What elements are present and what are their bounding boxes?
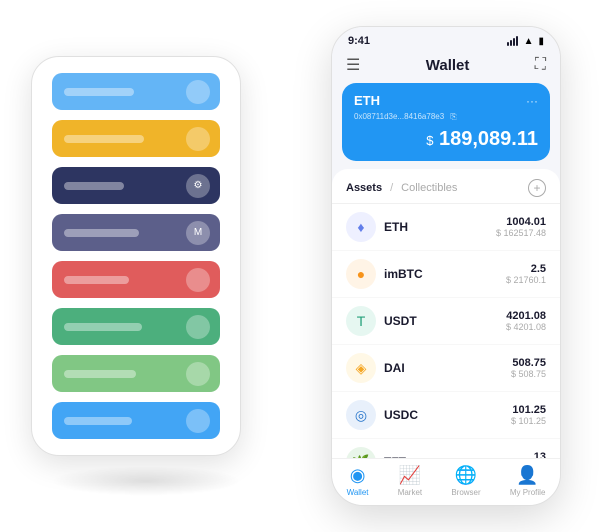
wallet-title: Wallet	[426, 57, 470, 74]
color-card-icon-4	[186, 268, 210, 292]
browser-nav-icon: 🌐	[455, 465, 477, 486]
color-card-icon-3: M	[186, 221, 210, 245]
asset-qty-dai: 508.75	[511, 357, 546, 369]
color-card-icon-2: ⚙	[186, 174, 210, 198]
asset-qty-eth: 1004.01	[496, 216, 546, 228]
asset-name-usdt: USDT	[384, 314, 506, 328]
asset-qty-usdc: 101.25	[511, 404, 546, 416]
list-item[interactable]: ♦ ETH1004.01$ 162517.48	[332, 204, 560, 251]
asset-usd-dai: $ 508.75	[511, 369, 546, 379]
battery-icon: ▮	[538, 36, 544, 47]
color-card-icon-6	[186, 362, 210, 386]
status-bar: 9:41 ▲ ▮	[332, 27, 560, 51]
asset-usd-eth: $ 162517.48	[496, 228, 546, 238]
color-card-3: M	[52, 214, 220, 251]
list-item[interactable]: ◎ USDC101.25$ 101.25	[332, 392, 560, 439]
tab-separator: /	[390, 182, 393, 194]
asset-icon-dai: ◈	[346, 353, 376, 383]
asset-name-eth: ETH	[384, 220, 496, 234]
eth-card-more[interactable]: ···	[526, 94, 538, 108]
color-card-6	[52, 355, 220, 392]
asset-usd-usdt: $ 4201.08	[506, 322, 546, 332]
wallet-nav-icon: ◉	[350, 465, 366, 486]
asset-icon-usdt: T	[346, 306, 376, 336]
back-phone: ⚙M	[31, 56, 241, 456]
browser-nav-label: Browser	[451, 488, 480, 497]
asset-amounts-eth: 1004.01$ 162517.48	[496, 216, 546, 238]
bottom-nav: ◉ Wallet 📈 Market 🌐 Browser 👤 My Profile	[332, 458, 560, 505]
color-card-1	[52, 120, 220, 157]
color-card-2: ⚙	[52, 167, 220, 204]
list-item[interactable]: T USDT4201.08$ 4201.08	[332, 298, 560, 345]
front-phone: 9:41 ▲ ▮ ☰ Wallet ⛶ ETH ···	[331, 26, 561, 506]
asset-icon-usdc: ◎	[346, 400, 376, 430]
market-nav-icon: 📈	[399, 465, 421, 486]
tab-collectibles[interactable]: Collectibles	[401, 182, 457, 194]
signal-icon	[507, 36, 518, 46]
asset-icon-imbtc: ●	[346, 259, 376, 289]
eth-card-header: ETH ···	[354, 93, 538, 108]
asset-qty-tft: 13	[534, 451, 546, 458]
eth-balance: $ 189,089.11	[354, 128, 538, 151]
color-card-icon-0	[186, 80, 210, 104]
asset-amounts-usdt: 4201.08$ 4201.08	[506, 310, 546, 332]
asset-icon-tft: 🌿	[346, 447, 376, 458]
add-asset-button[interactable]: +	[528, 179, 546, 197]
wifi-icon: ▲	[524, 36, 534, 47]
list-item[interactable]: ◈ DAI508.75$ 508.75	[332, 345, 560, 392]
asset-amounts-usdc: 101.25$ 101.25	[511, 404, 546, 426]
asset-icon-eth: ♦	[346, 212, 376, 242]
wallet-nav-label: Wallet	[347, 488, 369, 497]
asset-qty-usdt: 4201.08	[506, 310, 546, 322]
asset-name-usdc: USDC	[384, 408, 511, 422]
profile-nav-icon: 👤	[516, 465, 538, 486]
expand-icon[interactable]: ⛶	[535, 56, 546, 74]
asset-usd-imbtc: $ 21760.1	[506, 275, 546, 285]
asset-amounts-tft: 130	[534, 451, 546, 458]
assets-tabs: Assets / Collectibles	[346, 182, 457, 194]
nav-browser[interactable]: 🌐 Browser	[451, 465, 480, 497]
color-card-5	[52, 308, 220, 345]
nav-market[interactable]: 📈 Market	[398, 465, 422, 497]
asset-amounts-dai: 508.75$ 508.75	[511, 357, 546, 379]
market-nav-label: Market	[398, 488, 422, 497]
eth-card-label: ETH	[354, 93, 380, 108]
asset-name-dai: DAI	[384, 361, 511, 375]
scene: ⚙M 9:41 ▲ ▮ ☰ Wallet ⛶	[21, 16, 581, 516]
nav-wallet[interactable]: ◉ Wallet	[347, 465, 369, 497]
eth-card[interactable]: ETH ··· 0x08711d3e...8416a78e3 ⎘ $ 189,0…	[342, 83, 550, 161]
asset-amounts-imbtc: 2.5$ 21760.1	[506, 263, 546, 285]
color-card-7	[52, 402, 220, 439]
status-icons: ▲ ▮	[507, 36, 544, 47]
asset-rows: ♦ ETH1004.01$ 162517.48 ● imBTC2.5$ 21760.1…	[332, 204, 560, 458]
menu-icon[interactable]: ☰	[346, 55, 360, 75]
eth-address: 0x08711d3e...8416a78e3 ⎘	[354, 112, 538, 122]
status-time: 9:41	[348, 35, 370, 47]
color-card-icon-5	[186, 315, 210, 339]
tab-assets[interactable]: Assets	[346, 182, 382, 194]
list-item[interactable]: ● imBTC2.5$ 21760.1	[332, 251, 560, 298]
asset-usd-usdc: $ 101.25	[511, 416, 546, 426]
asset-name-imbtc: imBTC	[384, 267, 506, 281]
assets-header: Assets / Collectibles +	[332, 169, 560, 204]
list-item[interactable]: 🌿TFT130	[332, 439, 560, 458]
assets-section: Assets / Collectibles + ♦ ETH1004.01$ 162…	[332, 169, 560, 458]
color-card-4	[52, 261, 220, 298]
profile-nav-label: My Profile	[510, 488, 546, 497]
top-nav: ☰ Wallet ⛶	[332, 51, 560, 83]
nav-profile[interactable]: 👤 My Profile	[510, 465, 546, 497]
color-card-icon-7	[186, 409, 210, 433]
color-card-0	[52, 73, 220, 110]
color-card-icon-1	[186, 127, 210, 151]
asset-qty-imbtc: 2.5	[506, 263, 546, 275]
